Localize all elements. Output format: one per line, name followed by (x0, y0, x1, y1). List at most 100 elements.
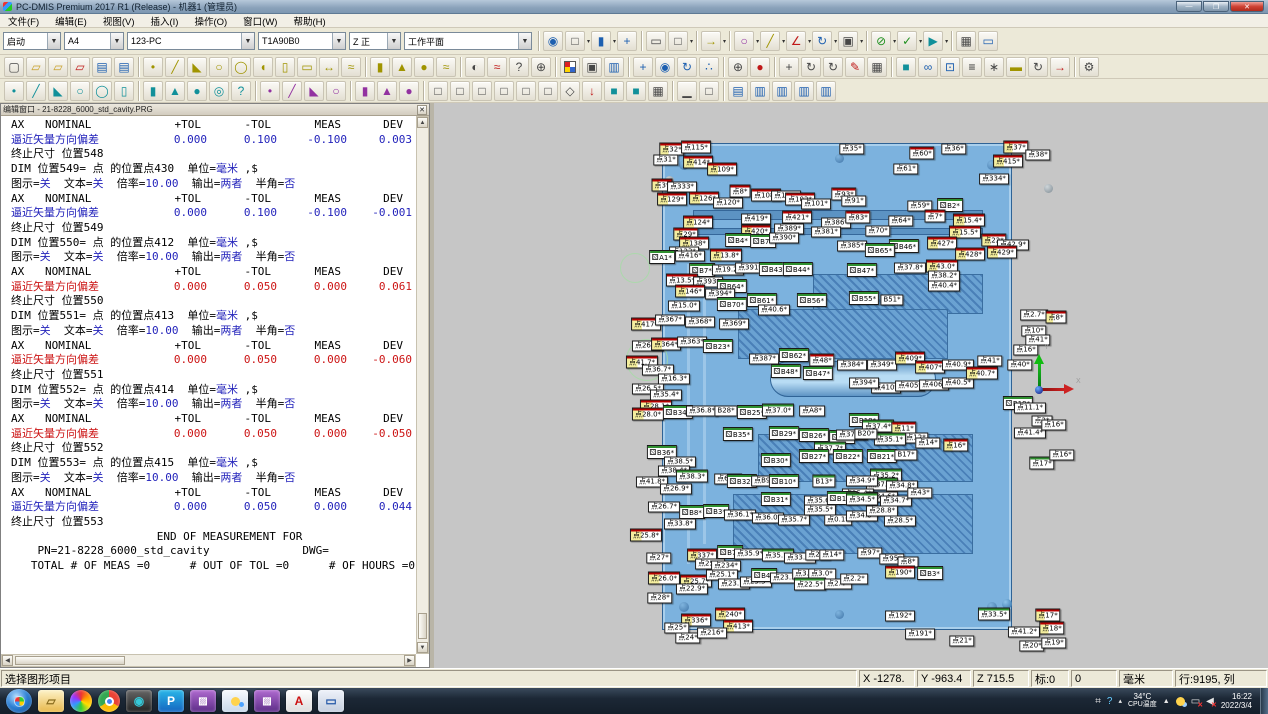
feature-label[interactable]: 点31* (653, 155, 678, 166)
confirm-icon[interactable]: ✓ (897, 31, 917, 51)
translate-box-icon[interactable]: + (633, 57, 653, 77)
pan-view-icon[interactable]: + (779, 57, 799, 77)
auto-angle-icon[interactable]: ∠ (786, 31, 806, 51)
feature-label[interactable]: 点35.7* (778, 515, 810, 526)
clock[interactable]: 16:22 2022/3/4 (1221, 692, 1252, 710)
view-cube-top-icon[interactable]: □ (516, 81, 536, 101)
translate-icon[interactable]: + (617, 31, 637, 51)
taskbar-app-start[interactable] (6, 689, 32, 713)
tray-expand-icon[interactable]: ▴ (1118, 697, 1122, 705)
combo-probe[interactable]: T1A90B0▼ (258, 32, 346, 50)
move-rotate-dropdown-icon[interactable]: ▾ (834, 38, 837, 45)
feature-label[interactable]: A1* (649, 250, 675, 264)
marked-set-icon[interactable]: → (701, 31, 721, 51)
feature-label[interactable]: B10* (769, 474, 799, 488)
scan-icon[interactable]: ≈ (487, 57, 507, 77)
feature-label[interactable]: 点190* (885, 566, 915, 579)
scroll-left-icon[interactable]: ◀ (2, 655, 13, 666)
taskbar-app-chrome[interactable] (98, 690, 120, 712)
measured-cone-icon[interactable]: ▲ (392, 57, 412, 77)
auto-angle-dropdown-icon[interactable]: ▾ (808, 38, 811, 45)
measured-slot-icon[interactable]: ▯ (275, 57, 295, 77)
feature-label[interactable]: 点22.5* (794, 578, 826, 591)
feature-label[interactable]: 点416* (675, 251, 705, 262)
feature-label[interactable]: 点384* (837, 360, 867, 371)
view-cube-right-icon[interactable]: □ (494, 81, 514, 101)
execute-dropdown-icon[interactable]: ▾ (945, 38, 948, 45)
feature-label[interactable]: 点A8* (799, 406, 825, 417)
editor-horizontal-scrollbar[interactable]: ◀ ▶ (1, 654, 416, 667)
feature-label[interactable]: 点428* (955, 248, 985, 261)
feature-label[interactable]: 点419* (741, 214, 771, 225)
move-rotate-icon[interactable]: ↻ (812, 31, 832, 51)
feature-label[interactable]: 点413* (723, 620, 753, 633)
execute-icon[interactable]: ▶ (923, 31, 943, 51)
combo-format[interactable]: A4▼ (64, 32, 124, 50)
auto-cylinder-icon[interactable]: ▮ (355, 81, 375, 101)
help-tray-icon[interactable]: ? (1107, 696, 1113, 707)
feature-label[interactable]: 点349* (867, 360, 897, 371)
generic-construct-icon[interactable]: ? (231, 81, 251, 101)
menu-edit[interactable]: 编辑(E) (47, 14, 95, 27)
feature-label[interactable]: 点41.2* (1008, 627, 1040, 638)
cad-model-dropdown-icon[interactable]: ▾ (690, 38, 693, 45)
feature-label[interactable]: B27* (799, 449, 829, 463)
link-icon[interactable]: ∞ (918, 57, 938, 77)
open-icon[interactable]: ▱ (48, 57, 68, 77)
feature-label[interactable]: B55* (849, 291, 879, 305)
feature-label[interactable]: B48* (771, 364, 801, 378)
feature-label[interactable]: 点40.4* (928, 281, 960, 292)
feature-label[interactable]: 点109* (707, 163, 737, 176)
feature-label[interactable]: 点83* (845, 211, 870, 224)
feature-label[interactable]: B8* (679, 505, 705, 519)
feature-label[interactable]: B26* (799, 428, 829, 442)
taskbar-app-pdf[interactable]: A (286, 690, 312, 712)
probe-utility-icon[interactable]: ◐ (465, 57, 485, 77)
taskbar-app-explorer[interactable]: ▱ (38, 690, 64, 712)
save-icon[interactable]: ▤ (92, 57, 112, 77)
marked-set-dropdown-icon[interactable]: ▾ (723, 38, 726, 45)
refresh-box-icon[interactable]: ↻ (677, 57, 697, 77)
feature-label[interactable]: B28* (714, 406, 737, 417)
feature-label[interactable]: 点334* (979, 174, 1009, 185)
break-icon[interactable]: ⊘ (871, 31, 891, 51)
weather-icon[interactable] (1176, 697, 1185, 706)
feature-label[interactable]: B4* (725, 233, 751, 247)
scroll-right-icon[interactable]: ▶ (404, 655, 415, 666)
highlight-icon[interactable]: ▬ (1006, 57, 1026, 77)
iso-view-icon[interactable]: ◇ (560, 81, 580, 101)
pattern-icon[interactable]: ▣ (838, 31, 858, 51)
combo-workplane-dropdown-icon[interactable]: ▼ (518, 33, 531, 49)
measured-point-icon[interactable]: • (143, 57, 163, 77)
feature-label[interactable]: 点427* (927, 237, 957, 250)
minimize-button[interactable]: — (1176, 1, 1202, 12)
measured-sphere-icon[interactable]: ● (414, 57, 434, 77)
probe-drop-icon[interactable]: ↓ (582, 81, 602, 101)
probe-box-icon[interactable]: ◉ (655, 57, 675, 77)
feature-label[interactable]: 点60* (909, 147, 934, 160)
constructed-point-icon[interactable]: • (4, 81, 24, 101)
taskbar-app-comm[interactable] (222, 690, 248, 712)
window-layout-icon[interactable]: ▭ (978, 31, 998, 51)
scroll-down-icon[interactable]: ▼ (417, 642, 428, 653)
open-program-icon[interactable]: ▱ (26, 57, 46, 77)
auto-sphere-icon[interactable]: ● (399, 81, 419, 101)
feature-label[interactable]: 点394* (849, 378, 879, 389)
feature-label[interactable]: B22* (833, 449, 863, 463)
close-button[interactable]: ✕ (1230, 1, 1264, 12)
horizontal-scroll-thumb[interactable] (15, 656, 125, 665)
constructed-ellipse-icon[interactable]: ◯ (92, 81, 112, 101)
feature-label[interactable]: 点8* (730, 185, 751, 198)
capture-icon[interactable]: ⊡ (940, 57, 960, 77)
color-quad-icon[interactable] (560, 57, 580, 77)
feature-label[interactable]: 点19* (1041, 638, 1066, 649)
feature-label[interactable]: 点28* (647, 593, 672, 604)
feature-label[interactable]: 点367* (655, 315, 685, 326)
volume-muted-icon[interactable]: ◀✕ (1206, 696, 1214, 707)
feature-label[interactable]: 点368* (685, 317, 715, 328)
report-view-4-icon[interactable]: ▥ (816, 81, 836, 101)
feature-label[interactable]: 点17* (1035, 609, 1060, 622)
feature-label[interactable]: 点421* (782, 211, 812, 224)
solid-view-icon[interactable]: ■ (896, 57, 916, 77)
measured-plane-icon[interactable]: ◣ (187, 57, 207, 77)
